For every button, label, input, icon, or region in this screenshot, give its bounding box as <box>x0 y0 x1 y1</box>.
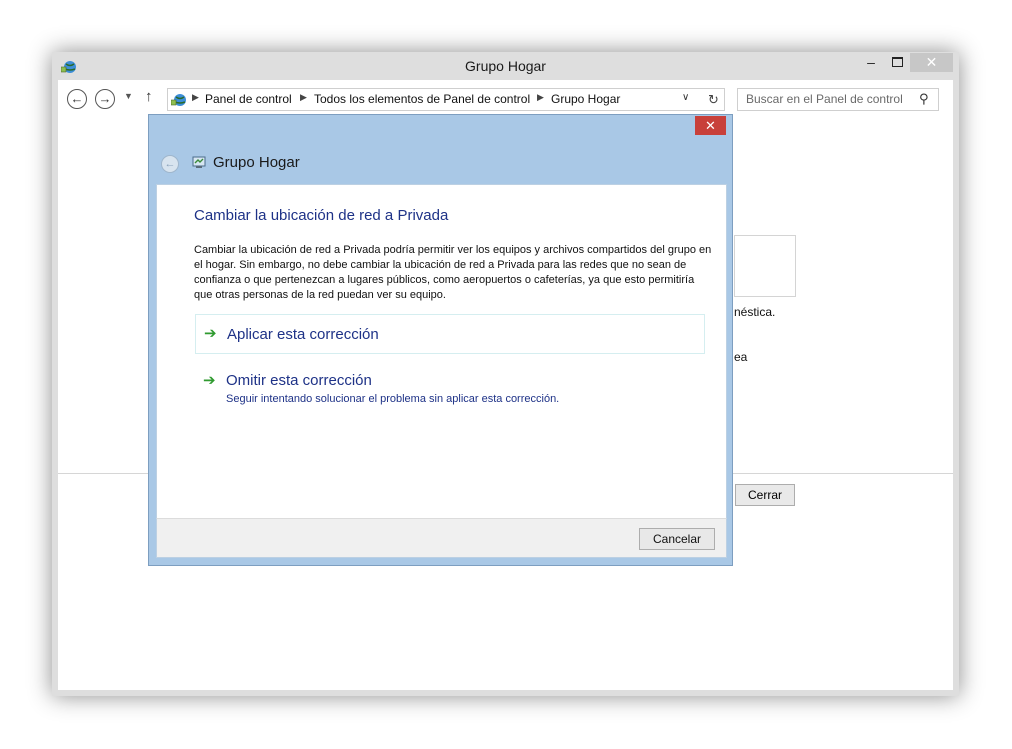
close-troubleshooter-button[interactable]: Cerrar <box>735 484 795 506</box>
dialog-back-button[interactable]: ← <box>161 155 179 173</box>
refresh-button[interactable]: ↻ <box>703 88 725 111</box>
background-panel <box>734 235 796 297</box>
maximize-button[interactable] <box>884 53 910 73</box>
green-arrow-icon: ➔ <box>203 372 216 389</box>
title-bar: Grupo Hogar – ✕ <box>52 52 959 80</box>
green-arrow-icon: ➔ <box>204 325 217 342</box>
skip-fix-description: Seguir intentando solucionar el problema… <box>226 393 560 405</box>
dialog-content: Cambiar la ubicación de red a Privada Ca… <box>156 184 727 519</box>
apply-fix-option[interactable]: ➔ Aplicar esta corrección <box>195 314 705 354</box>
breadcrumb-todos-los-elementos[interactable]: Todos los elementos de Panel de control <box>314 92 530 106</box>
address-dropdown-icon[interactable]: ∨ <box>682 92 689 103</box>
recent-locations-button[interactable]: ▼ <box>124 91 133 101</box>
troubleshooter-dialog: ✕ ← Grupo Hogar Cambiar la ubicación de … <box>148 114 733 566</box>
dialog-heading: Cambiar la ubicación de red a Privada <box>194 207 449 224</box>
dialog-close-button[interactable]: ✕ <box>695 116 726 135</box>
dialog-title: Grupo Hogar <box>213 154 300 171</box>
breadcrumb-separator-icon[interactable]: ▶ <box>537 92 544 103</box>
background-text: néstica. <box>734 305 776 319</box>
forward-button[interactable]: → <box>95 89 115 109</box>
breadcrumb-panel-de-control[interactable]: Panel de control <box>205 92 292 106</box>
window-title: Grupo Hogar <box>465 58 546 74</box>
skip-fix-label: Omitir esta corrección <box>226 372 372 389</box>
close-button[interactable]: ✕ <box>910 53 953 72</box>
back-button[interactable]: ← <box>67 89 87 109</box>
dialog-footer: Cancelar <box>156 518 727 558</box>
breadcrumb-separator-icon[interactable]: ▶ <box>300 92 307 103</box>
search-placeholder: Buscar en el Panel de control <box>746 92 903 106</box>
homegroup-icon <box>192 156 206 168</box>
minimize-button[interactable]: – <box>858 53 884 73</box>
breadcrumb-separator-icon[interactable]: ▶ <box>192 92 199 103</box>
search-icon[interactable]: ⚲ <box>919 91 929 107</box>
up-button[interactable]: ↑ <box>145 88 153 105</box>
breadcrumb-grupo-hogar[interactable]: Grupo Hogar <box>551 92 620 106</box>
skip-fix-option[interactable]: ➔ Omitir esta corrección Seguir intentan… <box>195 367 703 411</box>
maximize-icon <box>892 57 903 67</box>
search-input[interactable]: Buscar en el Panel de control ⚲ <box>737 88 939 111</box>
dialog-description: Cambiar la ubicación de red a Privada po… <box>194 244 712 301</box>
background-text: ea <box>734 350 748 364</box>
cancel-button[interactable]: Cancelar <box>639 528 715 550</box>
address-bar[interactable]: ▶ Panel de control ▶ Todos los elementos… <box>167 88 705 111</box>
network-globe-icon <box>171 94 186 106</box>
apply-fix-label: Aplicar esta corrección <box>227 326 379 343</box>
